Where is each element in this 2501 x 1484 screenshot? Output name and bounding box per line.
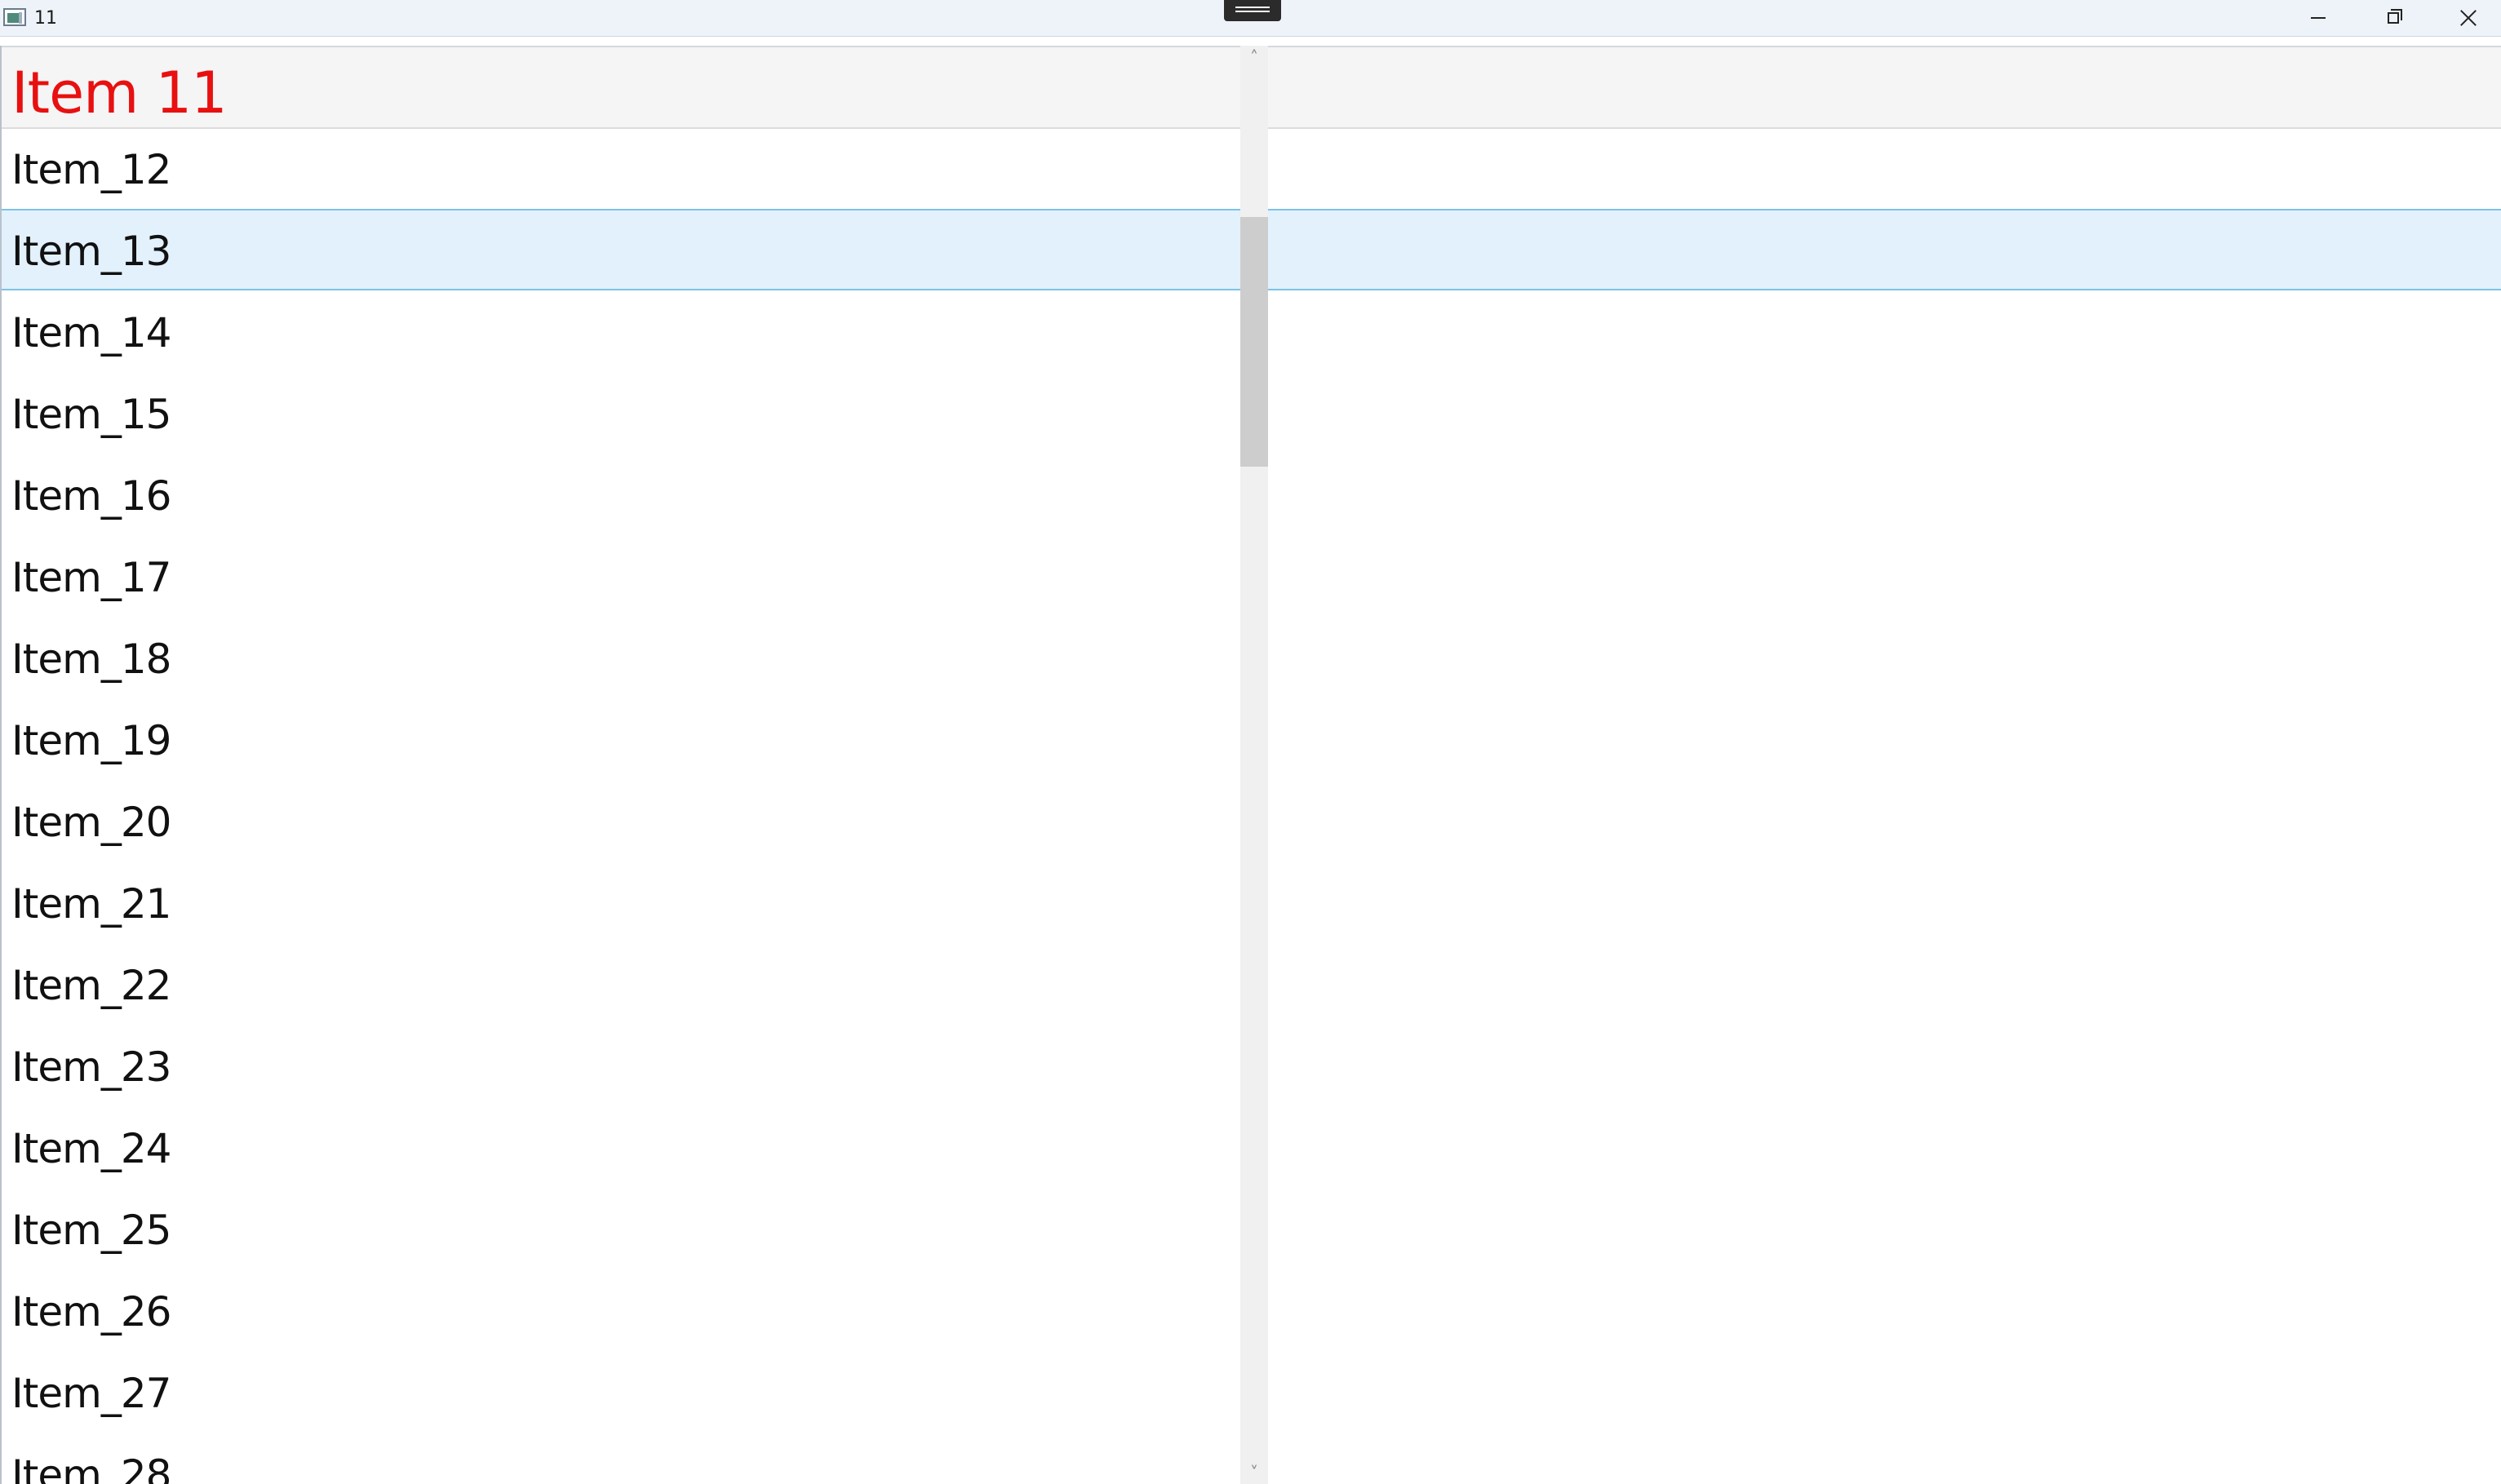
drag-handle-icon[interactable] (1224, 0, 1281, 21)
list-view[interactable]: Item 11 Item_12 Item_13 Item_14 Item_15 … (0, 46, 2501, 1484)
scroll-up-icon[interactable]: ˄ (1240, 46, 1268, 69)
window-title: 11 (34, 8, 57, 29)
scrollbar-thumb[interactable] (1240, 217, 1268, 467)
minimize-button[interactable] (2280, 0, 2355, 36)
app-window-icon (3, 8, 26, 26)
restore-button[interactable] (2355, 0, 2430, 36)
title-bar[interactable]: 11 (0, 0, 2501, 37)
list-items-container[interactable]: Item 11 Item_12 Item_13 Item_14 Item_15 … (2, 46, 2501, 1484)
vertical-scrollbar[interactable]: ˄ ˅ (1240, 46, 1268, 1484)
close-button[interactable] (2430, 0, 2501, 36)
scroll-down-icon[interactable]: ˅ (1240, 1461, 1268, 1484)
minimize-icon (2311, 17, 2326, 19)
